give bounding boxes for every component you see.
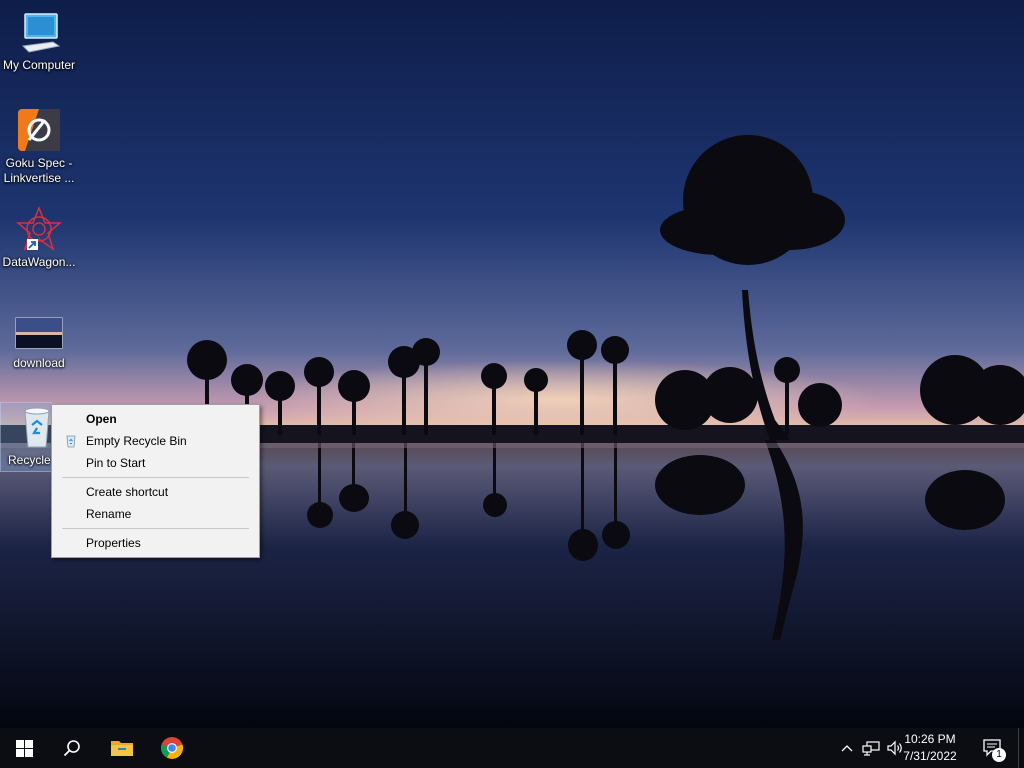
menu-item-pin-to-start[interactable]: Pin to Start: [52, 452, 259, 474]
chrome-icon: [160, 737, 184, 759]
network-tray-button[interactable]: [860, 728, 882, 768]
desktop-icon-recycle-bin[interactable]: Recycle: [0, 402, 52, 472]
menu-item-label: Create shortcut: [86, 485, 169, 499]
desktop-icon-label: Recycle: [8, 453, 51, 467]
windows-logo-icon: [15, 739, 33, 757]
menu-item-rename[interactable]: Rename: [52, 503, 259, 525]
action-center-button[interactable]: 1: [978, 728, 1008, 768]
desktop-icon-label: Goku Spec - Linkvertise ...: [3, 156, 75, 185]
computer-icon: [21, 13, 61, 53]
desktop-icon-my-computer[interactable]: My Computer: [1, 8, 77, 73]
chevron-up-icon: [841, 745, 853, 752]
recycle-bin-small-icon: [66, 435, 76, 448]
wallpaper-image: [0, 0, 1024, 728]
taskbar-clock[interactable]: 10:26 PM 7/31/2022: [896, 731, 964, 765]
clock-date: 7/31/2022: [903, 749, 957, 763]
taskbar-file-explorer[interactable]: [98, 728, 146, 768]
menu-item-label: Properties: [86, 536, 141, 550]
taskbar-chrome[interactable]: [148, 728, 196, 768]
desktop-icon-download[interactable]: download: [1, 306, 77, 371]
menu-item-empty-recycle-bin[interactable]: Empty Recycle Bin: [52, 430, 259, 452]
menu-item-label: Rename: [86, 507, 132, 521]
search-icon: [63, 740, 80, 757]
show-hidden-icons-button[interactable]: [836, 728, 858, 768]
context-menu: Open Empty Recycle Bin Pin to Start Crea…: [51, 404, 260, 558]
notification-count-badge: 1: [992, 748, 1006, 762]
clock-time: 10:26 PM: [904, 732, 956, 746]
datawagon-icon: [15, 205, 63, 251]
menu-item-create-shortcut[interactable]: Create shortcut: [52, 481, 259, 503]
show-desktop-button[interactable]: [1018, 728, 1024, 768]
menu-item-label: Pin to Start: [86, 456, 146, 470]
desktop-icon-label: DataWagon...: [2, 255, 76, 269]
start-button[interactable]: [0, 728, 48, 768]
desktop-icon-datawagon[interactable]: DataWagon...: [1, 205, 77, 270]
file-explorer-icon: [111, 741, 133, 756]
menu-separator: [62, 528, 249, 529]
search-button[interactable]: [48, 728, 96, 768]
menu-item-label: Open: [86, 412, 117, 426]
desktop-wallpaper[interactable]: [0, 0, 1024, 728]
recycle-bin-icon: [24, 407, 50, 448]
taskbar: 10:26 PM 7/31/2022 1: [0, 728, 1024, 768]
network-icon: [862, 741, 880, 756]
desktop-icon-label: download: [13, 356, 65, 370]
menu-separator: [62, 477, 249, 478]
menu-item-properties[interactable]: Properties: [52, 532, 259, 554]
image-file-icon: [15, 317, 63, 349]
goku-spec-app-icon: [18, 109, 60, 151]
menu-item-open[interactable]: Open: [52, 408, 259, 430]
desktop-icon-goku-spec[interactable]: Goku Spec - Linkvertise ...: [1, 106, 77, 186]
menu-item-label: Empty Recycle Bin: [86, 434, 187, 448]
desktop-icon-label: My Computer: [2, 58, 76, 72]
